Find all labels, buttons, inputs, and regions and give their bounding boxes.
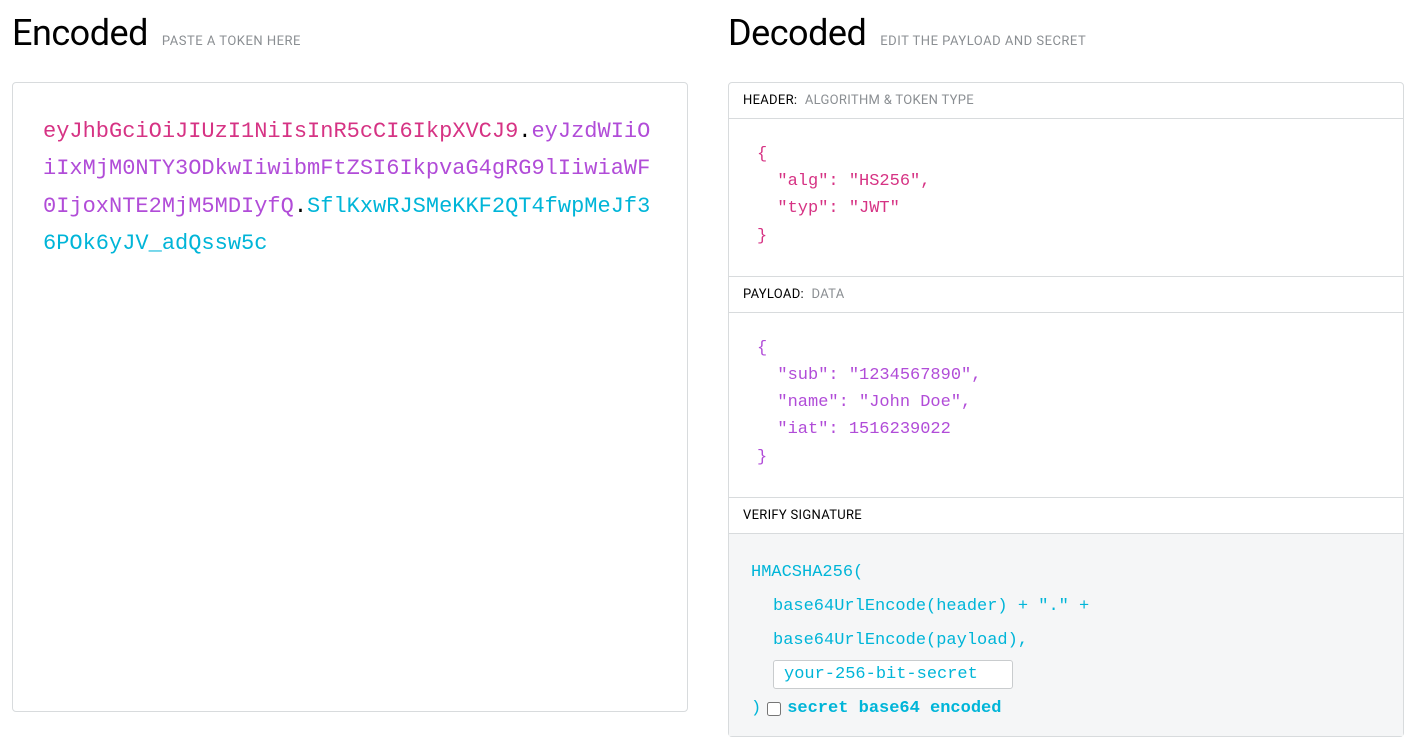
sig-close-paren: ) [751, 692, 761, 726]
payload-section-body[interactable]: { "sub": "1234567890", "name": "John Doe… [729, 313, 1403, 497]
header-section-body[interactable]: { "alg": "HS256", "typ": "JWT" } [729, 119, 1403, 276]
signature-section-label: VERIFY SIGNATURE [743, 508, 862, 523]
jwt-header-segment: eyJhbGciOiJIUzI1NiIsInR5cCI6IkpXVCJ9 [43, 119, 518, 144]
secret-input[interactable] [773, 660, 1013, 689]
encoded-subtitle: PASTE A TOKEN HERE [162, 34, 301, 49]
dot-separator: . [518, 119, 531, 144]
dot-separator: . [294, 194, 307, 219]
payload-json[interactable]: { "sub": "1234567890", "name": "John Doe… [757, 335, 1375, 471]
signature-section-header: VERIFY SIGNATURE [729, 497, 1403, 534]
header-json[interactable]: { "alg": "HS256", "typ": "JWT" } [757, 141, 1375, 250]
sig-line-2: base64UrlEncode(header) + "." + [751, 590, 1381, 624]
decoded-panel: HEADER: ALGORITHM & TOKEN TYPE { "alg": … [728, 82, 1404, 737]
payload-section-header: PAYLOAD: DATA [729, 276, 1403, 313]
secret-base64-checkbox[interactable] [767, 702, 781, 716]
encoded-title: Encoded [12, 12, 148, 54]
sig-line-1: HMACSHA256( [751, 556, 1381, 590]
decoded-title: Decoded [728, 12, 866, 54]
header-section-desc: ALGORITHM & TOKEN TYPE [805, 93, 974, 108]
encoded-token-panel[interactable]: eyJhbGciOiJIUzI1NiIsInR5cCI6IkpXVCJ9.eyJ… [12, 82, 688, 712]
signature-section-body: HMACSHA256( base64UrlEncode(header) + ".… [729, 534, 1403, 736]
sig-line-3: base64UrlEncode(payload), [751, 624, 1381, 658]
payload-section-label: PAYLOAD: [743, 287, 804, 302]
jwt-token-text[interactable]: eyJhbGciOiJIUzI1NiIsInR5cCI6IkpXVCJ9.eyJ… [43, 113, 657, 263]
decoded-subtitle: EDIT THE PAYLOAD AND SECRET [880, 34, 1086, 49]
header-section-header: HEADER: ALGORITHM & TOKEN TYPE [729, 83, 1403, 119]
encoded-column: Encoded PASTE A TOKEN HERE eyJhbGciOiJIU… [12, 12, 688, 737]
decoded-column: Decoded EDIT THE PAYLOAD AND SECRET HEAD… [728, 12, 1404, 737]
payload-section-desc: DATA [812, 287, 845, 302]
header-section-label: HEADER: [743, 93, 797, 108]
secret-base64-label[interactable]: secret base64 encoded [787, 692, 1001, 726]
